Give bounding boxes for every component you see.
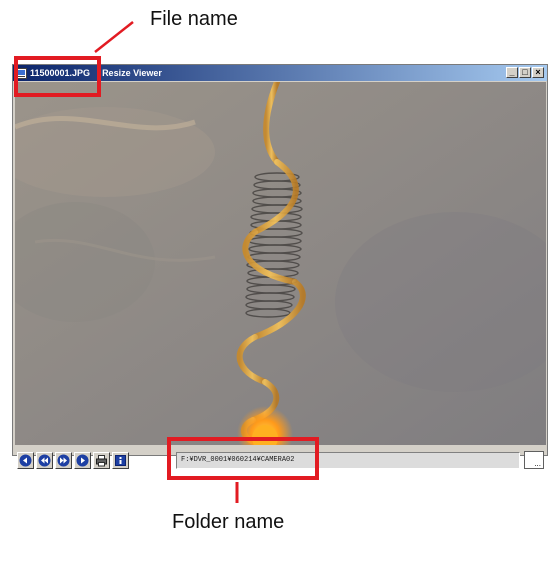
image-display [15, 82, 546, 445]
skip-forward-icon [76, 454, 89, 467]
folder-name-callout-label: Folder name [172, 511, 285, 533]
browse-folder-button[interactable]: ... [524, 451, 544, 469]
navigation-toolbar [17, 452, 129, 469]
print-button[interactable] [93, 452, 110, 469]
folder-name-highlight-box [167, 437, 319, 480]
file-name-highlight-box [14, 56, 101, 97]
file-name-leader-line [94, 21, 134, 53]
window-controls: _ □ × [506, 67, 544, 78]
skip-back-icon [19, 454, 32, 467]
next-icon [57, 454, 70, 467]
minimize-button[interactable]: _ [506, 67, 518, 78]
camera-photo [15, 82, 546, 445]
next-image-button[interactable] [55, 452, 72, 469]
printer-icon [96, 455, 107, 467]
info-button[interactable] [112, 452, 129, 469]
window-title-app-name: Resize Viewer [102, 68, 162, 78]
resize-viewer-window: 11500001.JPG Resize Viewer _ □ × [12, 64, 548, 456]
maximize-button[interactable]: □ [519, 67, 531, 78]
info-icon [115, 455, 126, 466]
last-image-button[interactable] [74, 452, 91, 469]
close-button[interactable]: × [532, 67, 544, 78]
first-image-button[interactable] [17, 452, 34, 469]
previous-image-button[interactable] [36, 452, 53, 469]
previous-icon [38, 454, 51, 467]
file-name-callout-label: File name [150, 8, 238, 30]
